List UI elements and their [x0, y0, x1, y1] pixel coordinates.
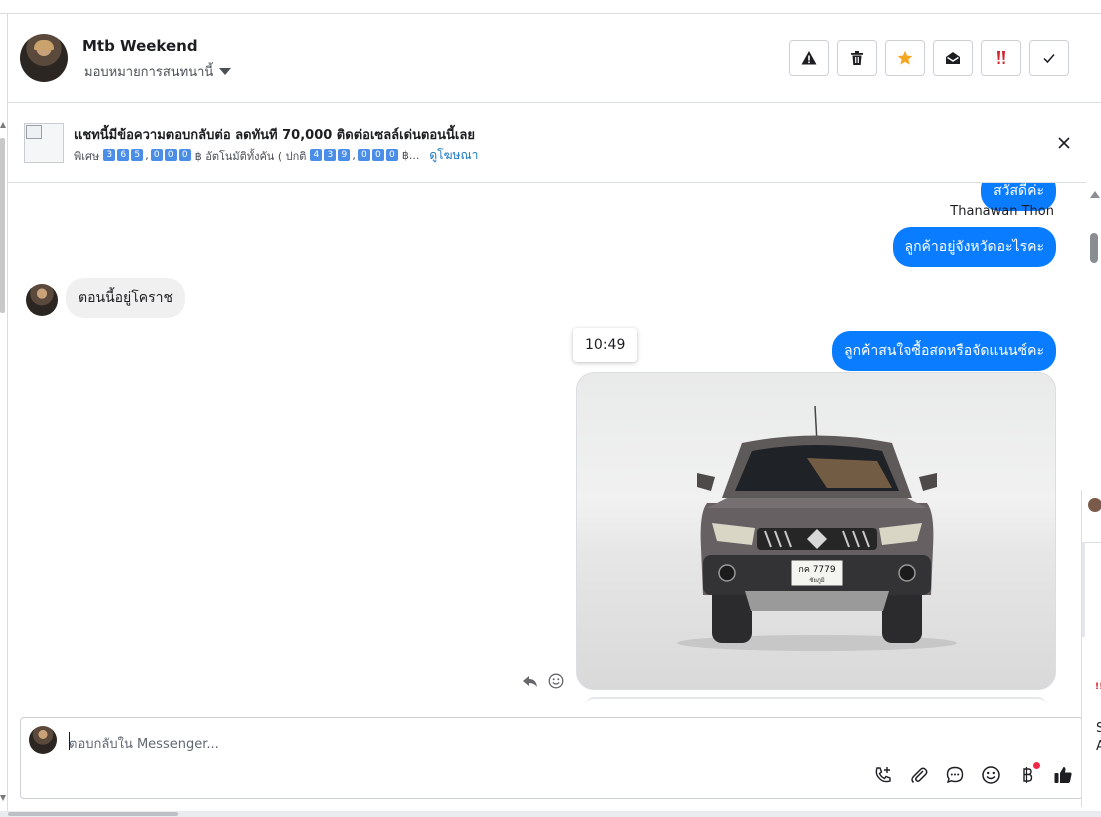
ad-price-digit: 3: [103, 149, 116, 161]
done-check-icon: [1043, 54, 1055, 64]
message-composer[interactable]: ตอบกลับใน Messenger...: [20, 717, 1083, 799]
ad-old-price-digit: 0: [357, 149, 370, 161]
chevron-down-icon: [219, 68, 232, 75]
trash-icon: [851, 51, 863, 65]
ad-price-digit: 0: [178, 149, 191, 161]
ad-old-price-digit: 0: [371, 149, 384, 161]
assign-conversation-dropdown[interactable]: มอบหมายการสนทนานี้: [84, 61, 232, 82]
message-actions: [522, 673, 564, 689]
attachment-icon: [911, 767, 928, 784]
payment-button[interactable]: [1016, 762, 1040, 786]
emoji-icon: [982, 766, 1000, 784]
peek-text-line2: A: [1096, 739, 1101, 754]
star-button[interactable]: [885, 40, 925, 76]
sender-name: Thanawan Thon: [950, 204, 1054, 219]
message-thread[interactable]: สวัสดีค่ะ Thanawan Thon ลูกค้าอยู่จังหวั…: [8, 183, 1086, 703]
reply-input[interactable]: ตอบกลับใน Messenger...: [69, 733, 219, 754]
delete-button[interactable]: [837, 40, 877, 76]
spam-warning-icon: [801, 51, 817, 65]
car-image: กค 7779 ชัยภูมิ: [677, 405, 957, 651]
ad-promo-price: 365,000: [103, 149, 191, 162]
message-outgoing[interactable]: ลูกค้าสนใจซื้อสดหรือจัดแนนซ์คะ: [832, 331, 1056, 371]
peek-text: S A: [1096, 720, 1101, 756]
conversation-header: Mtb Weekend มอบหมายการสนทนานี้: [8, 14, 1101, 103]
thumbs-up-icon: [1054, 767, 1072, 783]
ad-promo-line: พิเศษ 365,000 ฿ อัตโนมัติทั้งคัน ( ปกติ …: [74, 146, 478, 165]
saved-reply-icon: [946, 766, 964, 784]
next-attachment-edge: [586, 697, 1046, 703]
ad-price-digit: ,: [145, 149, 149, 162]
ad-price-digit: 5: [131, 149, 144, 161]
contact-avatar[interactable]: [20, 34, 68, 82]
ad-old-price-digit: 4: [310, 149, 323, 161]
message-incoming[interactable]: ตอนนี้อยู่โคราช: [66, 278, 186, 318]
ad-old-price-digit: 9: [338, 149, 351, 161]
react-emoji-icon[interactable]: [548, 673, 564, 689]
contact-avatar-small[interactable]: [26, 284, 58, 316]
mark-unread-icon: [946, 52, 960, 64]
composer-toolbar: [872, 762, 1074, 786]
ad-price-digit: 0: [150, 149, 163, 161]
star-icon: [897, 50, 913, 65]
license-plate-number: กค 7779: [798, 565, 836, 575]
notification-dot: [1033, 762, 1040, 769]
left-scroll-strip: [0, 14, 8, 817]
priority-icon: [997, 51, 1005, 64]
call-add-icon: [875, 767, 891, 783]
page-avatar: [29, 726, 57, 754]
view-ad-link[interactable]: ดูโฆษณา: [429, 146, 478, 165]
ad-promo-prefix: พิเศษ: [74, 149, 100, 163]
adjacent-panel-peek: !! S A: [1081, 490, 1101, 807]
left-scroll-up-arrow[interactable]: [0, 122, 6, 128]
mark-unread-button[interactable]: [933, 40, 973, 76]
priority-button[interactable]: [981, 40, 1021, 76]
ad-price-digit: 6: [117, 149, 130, 161]
ad-old-price-digit: ,: [352, 149, 356, 162]
close-banner-button[interactable]: [1054, 133, 1074, 153]
scroll-up-arrow[interactable]: [1090, 191, 1100, 198]
emoji-button[interactable]: [980, 764, 1002, 786]
ad-promo-suffix: ฿...: [401, 149, 420, 162]
ad-title: แชทนี้มีข้อความตอบกลับต่อ ลดทันที 70,000…: [74, 128, 475, 143]
ad-old-price-digit: 0: [385, 149, 398, 161]
report-spam-button[interactable]: [789, 40, 829, 76]
peek-card: [1082, 542, 1085, 637]
ad-thumbnail[interactable]: [24, 123, 64, 163]
assign-label: มอบหมายการสนทนานี้: [84, 65, 214, 80]
call-button[interactable]: [872, 764, 894, 786]
contact-name[interactable]: Mtb Weekend: [82, 37, 198, 55]
ad-price-digit: 0: [164, 149, 177, 161]
header-actions: [789, 40, 1069, 76]
horizontal-scrollbar[interactable]: [0, 811, 1101, 817]
car-photo-attachment[interactable]: กค 7779 ชัยภูมิ: [576, 372, 1056, 690]
ad-promo-middle: ฿ อัตโนมัติทั้งคัน ( ปกติ: [194, 149, 307, 163]
mark-done-button[interactable]: [1029, 40, 1069, 76]
reply-icon[interactable]: [522, 673, 538, 689]
license-plate-province: ชัยภูมิ: [809, 577, 825, 584]
scrollbar-thumb[interactable]: [1090, 233, 1098, 263]
attach-button[interactable]: [908, 764, 930, 786]
peek-priority-icon: !!: [1095, 682, 1101, 692]
like-button[interactable]: [1052, 764, 1074, 786]
ad-context-banner: แชทนี้มีข้อความตอบกลับต่อ ลดทันที 70,000…: [8, 103, 1086, 183]
left-scrollbar-thumb[interactable]: [0, 138, 5, 313]
saved-replies-button[interactable]: [944, 764, 966, 786]
timestamp-tooltip: 10:49: [573, 328, 638, 362]
message-outgoing[interactable]: ลูกค้าอยู่จังหวัดอะไรคะ: [892, 227, 1056, 267]
messenger-inbox: Mtb Weekend มอบหมายการสนทนานี้ แชทนี้มีข…: [0, 0, 1101, 817]
ad-old-price-digit: 3: [324, 149, 337, 161]
ad-promo-old-price: 439,000: [310, 149, 398, 162]
left-scroll-down-arrow[interactable]: [0, 795, 6, 801]
peek-avatar: [1088, 498, 1101, 512]
peek-text-line1: S: [1096, 721, 1101, 736]
close-icon: [1058, 137, 1070, 149]
